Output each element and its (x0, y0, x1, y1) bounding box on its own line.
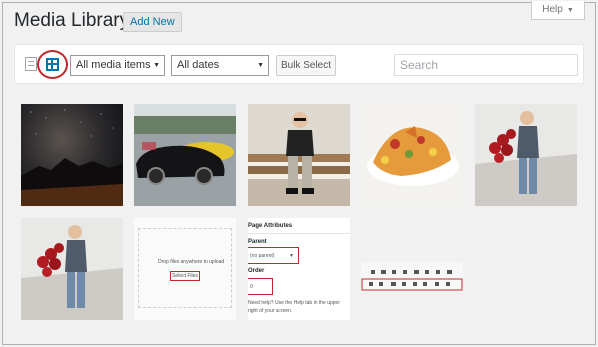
page-attributes-heading: Page Attributes (248, 223, 293, 229)
parent-select: (no parent) ▼ (248, 247, 299, 264)
order-value: 0 (250, 284, 253, 290)
caret-down-icon: ▼ (566, 7, 574, 14)
media-thumbnail[interactable] (21, 104, 123, 206)
order-label: Order (248, 268, 265, 274)
media-thumbnail[interactable] (361, 104, 463, 206)
search-input[interactable]: Search (394, 54, 578, 76)
add-new-button[interactable]: Add New (123, 12, 182, 32)
date-select[interactable]: All dates ▼ (171, 55, 269, 76)
cars-image (134, 104, 236, 206)
food-image (361, 104, 463, 206)
media-thumbnail[interactable] (21, 218, 123, 320)
page-title: Media Library (14, 10, 130, 31)
boy-bench-image (248, 104, 350, 206)
divider (248, 233, 350, 234)
caret-down-icon: ▼ (289, 253, 294, 259)
media-thumbnail[interactable] (134, 104, 236, 206)
help-label: Help (542, 4, 563, 15)
media-toolbar: All media items ▼ All dates ▼ Bulk Selec… (14, 44, 584, 84)
list-view-icon[interactable] (25, 57, 37, 71)
date-value: All dates (177, 59, 220, 71)
upload-dropzone (138, 228, 232, 308)
help-tab[interactable]: Help ▼ (531, 1, 585, 20)
order-input: 0 (248, 278, 273, 295)
media-thumbnail[interactable]: Page Attributes Parent (no parent) ▼ Ord… (248, 218, 350, 320)
media-type-select[interactable]: All media items ▼ (70, 55, 165, 76)
editor-toolbar-image (361, 218, 463, 320)
select-files-button: Select Files (170, 271, 200, 281)
boy-roses-image (475, 104, 577, 206)
caret-down-icon: ▼ (257, 62, 264, 69)
help-text-line-2: right of your screen. (248, 308, 293, 314)
media-thumbnail[interactable]: Drop files anywhere to upload Select Fil… (134, 218, 236, 320)
night-sky-image (21, 109, 123, 206)
bulk-select-button[interactable]: Bulk Select (276, 55, 336, 76)
media-type-value: All media items (76, 59, 151, 71)
parent-label: Parent (248, 239, 267, 245)
help-text-line-1: Need help? Use the Help tab in the upper (248, 300, 341, 306)
caret-down-icon: ▼ (153, 62, 160, 69)
parent-value: (no parent) (250, 253, 275, 259)
boy-roses-image (21, 218, 123, 320)
media-thumbnail[interactable] (248, 104, 350, 206)
upload-drop-text: Drop files anywhere to upload (158, 259, 225, 265)
media-thumbnail[interactable] (475, 104, 577, 206)
annotation-circle (37, 50, 68, 79)
media-thumbnail[interactable] (361, 218, 463, 320)
